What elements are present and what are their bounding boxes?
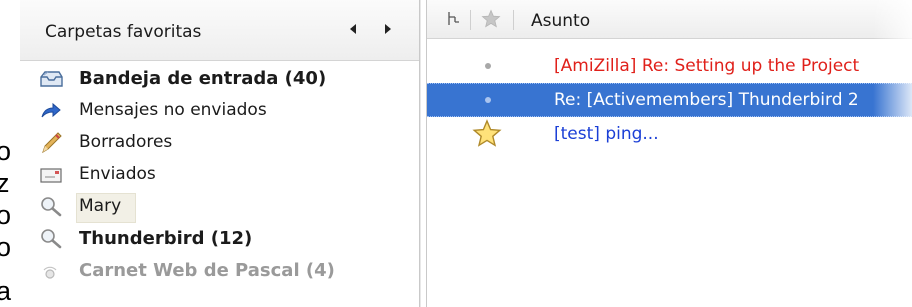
- folder-pane-header: Carpetas favoritas: [20, 0, 419, 61]
- folder-label: Carnet Web de Pascal (4): [79, 260, 335, 281]
- message-row[interactable]: [test] ping...: [427, 118, 912, 150]
- read-status-dot-icon[interactable]: [485, 63, 491, 69]
- folder-item-thunderbird[interactable]: Thunderbird (12): [20, 222, 419, 256]
- message-subject: [test] ping...: [554, 124, 659, 144]
- overflow-fade: [873, 0, 912, 307]
- bg-letter: o: [0, 200, 12, 230]
- sent-envelope-icon: [40, 168, 62, 183]
- drafts-pencil-icon: [42, 132, 62, 154]
- message-subject: Re: [Activemembers] Thunderbird 2: [554, 90, 859, 110]
- feed-icon: [43, 266, 57, 279]
- next-view-arrow-icon[interactable]: [385, 24, 391, 34]
- folder-label: Mary: [79, 196, 122, 216]
- saved-search-icon: [41, 229, 62, 249]
- folder-label: Mensajes no enviados: [79, 100, 267, 120]
- folder-pane: Carpetas favoritas Bandeja de entrada (4…: [20, 0, 420, 307]
- folder-pane-title: Carpetas favoritas: [45, 22, 202, 42]
- previous-view-arrow-icon[interactable]: [350, 24, 356, 34]
- star-icon[interactable]: [481, 9, 501, 29]
- message-subject: [AmiZilla] Re: Setting up the Project: [554, 56, 860, 76]
- folder-item-inbox[interactable]: Bandeja de entrada (40): [20, 62, 419, 96]
- starred-star-icon[interactable]: [471, 118, 503, 150]
- column-separator[interactable]: [470, 10, 471, 30]
- folder-item-drafts[interactable]: Borradores: [20, 126, 419, 160]
- bg-letter: z: [0, 168, 10, 198]
- message-list-header: Asunto: [427, 0, 912, 39]
- folder-label: Borradores: [79, 132, 173, 152]
- folder-label: Bandeja de entrada (40): [79, 68, 327, 89]
- subject-column-header[interactable]: Asunto: [531, 11, 590, 31]
- folder-item-sent[interactable]: Enviados: [20, 158, 419, 192]
- folder-item-feed[interactable]: Carnet Web de Pascal (4): [20, 254, 419, 288]
- folder-label: Thunderbird (12): [79, 228, 253, 249]
- message-list-pane: Asunto [AmiZilla] Re: Setting up the Pro…: [426, 0, 912, 307]
- saved-search-icon: [41, 197, 62, 217]
- bg-letter: o: [0, 136, 12, 166]
- folder-item-mary[interactable]: Mary: [20, 190, 419, 224]
- inbox-icon: [40, 71, 63, 87]
- folder-label: Enviados: [79, 164, 156, 184]
- column-separator[interactable]: [513, 10, 514, 30]
- unsent-arrow-icon: [41, 102, 61, 118]
- bg-letter: a: [0, 276, 12, 306]
- message-row-selected[interactable]: Re: [Activemembers] Thunderbird 2: [427, 83, 912, 117]
- background-window-text: o z o o a: [0, 0, 20, 307]
- message-row[interactable]: [AmiZilla] Re: Setting up the Project: [427, 50, 912, 82]
- folder-item-unsent[interactable]: Mensajes no enviados: [20, 94, 419, 128]
- thread-icon[interactable]: [445, 10, 463, 28]
- read-status-dot-icon[interactable]: [485, 97, 491, 103]
- bg-letter: o: [0, 232, 12, 262]
